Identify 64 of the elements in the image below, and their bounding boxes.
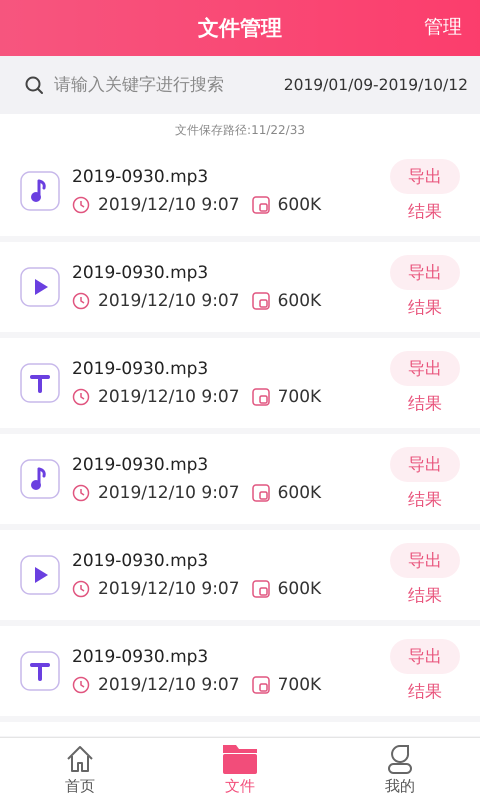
clock-icon — [72, 196, 90, 214]
result-link[interactable]: 结果 — [408, 680, 442, 703]
file-size-icon — [252, 580, 270, 598]
clock-icon — [72, 580, 90, 598]
file-time: 2019/12/10 9:07 — [98, 387, 240, 407]
file-time: 2019/12/10 9:07 — [98, 675, 240, 695]
music-note-icon — [20, 459, 60, 499]
clock-icon — [72, 676, 90, 694]
text-icon — [20, 651, 60, 691]
file-row[interactable]: 2019-0930.mp3 2019/12/10 9:07 600K 导出 结果 — [0, 434, 480, 524]
export-button[interactable]: 导出 — [390, 255, 460, 290]
file-name: 2019-0930.mp3 — [72, 647, 210, 667]
file-size-icon — [252, 676, 270, 694]
file-name: 2019-0930.mp3 — [72, 455, 210, 475]
file-row[interactable]: 2019-0930.mp3 2019/12/10 9:07 700K 导出 结果 — [0, 338, 480, 428]
file-size: 700K — [278, 675, 322, 695]
clock-icon — [72, 388, 90, 406]
search-icon — [24, 75, 44, 95]
file-name: 2019-0930.mp3 — [72, 551, 210, 571]
search-field[interactable]: 请输入关键字进行搜索 — [52, 74, 276, 96]
file-name: 2019-0930.mp3 — [72, 359, 210, 379]
file-row[interactable]: 2019-0930.mp3 2019/12/10 9:07 600K 导出 结果 — [0, 242, 480, 332]
result-link[interactable]: 结果 — [408, 200, 442, 223]
result-link[interactable]: 结果 — [408, 296, 442, 319]
file-size: 700K — [278, 387, 322, 407]
play-icon — [20, 267, 60, 307]
tab[interactable]: 文件 — [160, 738, 320, 800]
file-size-icon — [252, 388, 270, 406]
file-size-icon — [252, 292, 270, 310]
tab[interactable]: 我的 — [320, 738, 480, 800]
export-button[interactable]: 导出 — [390, 159, 460, 194]
text-icon — [20, 363, 60, 403]
page-title: 文件管理 — [198, 15, 282, 42]
clock-icon — [72, 292, 90, 310]
file-name: 2019-0930.mp3 — [72, 263, 210, 283]
result-link[interactable]: 结果 — [408, 488, 442, 511]
file-row[interactable]: 2019-0930.mp3 2019/12/10 9:07 700K 导出 结果 — [0, 626, 480, 716]
file-time: 2019/12/10 9:07 — [98, 195, 240, 215]
export-button[interactable]: 导出 — [390, 543, 460, 578]
file-row[interactable]: 2019-0930.mp3 2019/12/10 9:07 600K 导出 结果 — [0, 530, 480, 620]
clock-icon — [72, 484, 90, 502]
music-note-icon — [20, 171, 60, 211]
export-button[interactable]: 导出 — [390, 447, 460, 482]
file-time: 2019/12/10 9:07 — [98, 579, 240, 599]
file-size-icon — [252, 196, 270, 214]
file-size: 600K — [278, 483, 322, 503]
file-name: 2019-0930.mp3 — [72, 167, 210, 187]
file-size-icon — [252, 484, 270, 502]
file-time: 2019/12/10 9:07 — [98, 291, 240, 311]
folder-icon — [222, 742, 258, 774]
file-size: 600K — [278, 195, 322, 215]
tab[interactable]: 首页 — [0, 738, 160, 800]
result-link[interactable]: 结果 — [408, 392, 442, 415]
date-range-button[interactable]: 2019/01/09-2019/10/12 — [284, 76, 468, 94]
file-time: 2019/12/10 9:07 — [98, 483, 240, 503]
file-size: 600K — [278, 291, 322, 311]
manage-button[interactable]: 管理 — [424, 14, 462, 40]
file-size: 600K — [278, 579, 322, 599]
export-button[interactable]: 导出 — [390, 351, 460, 386]
result-link[interactable]: 结果 — [408, 584, 442, 607]
export-button[interactable]: 导出 — [390, 639, 460, 674]
play-icon — [20, 555, 60, 595]
file-row[interactable]: 2019-0930.mp3 2019/12/10 9:07 600K 导出 结果 — [0, 146, 480, 236]
save-path-text: 文件保存路径:11/22/33 — [175, 122, 305, 138]
